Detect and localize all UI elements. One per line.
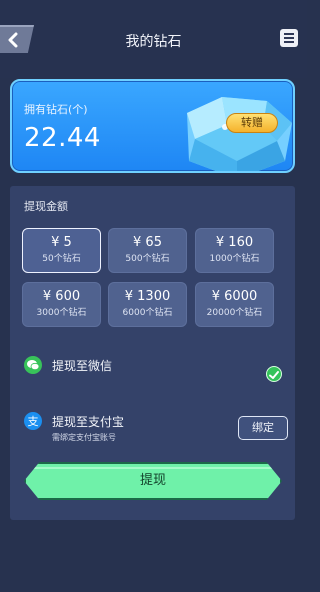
bind-button[interactable]: 绑定: [238, 416, 288, 440]
option-diamonds: 3000个钻石: [36, 308, 87, 318]
option-diamonds: 50个钻石: [42, 254, 81, 264]
amount-option-160[interactable]: ¥ 160 1000个钻石: [195, 228, 274, 273]
option-diamonds: 20000个钻石: [206, 308, 263, 318]
option-price: ¥ 600: [42, 289, 81, 304]
option-price: ¥ 6000: [211, 289, 258, 304]
withdraw-panel: 提现金额 ¥ 5 50个钻石 ¥ 65 500个钻石 ¥ 160 1000个钻石…: [10, 186, 295, 520]
alipay-hint: 需绑定支付宝账号: [52, 433, 116, 442]
option-price: ¥ 160: [215, 235, 254, 250]
option-diamonds: 1000个钻石: [209, 254, 260, 264]
wechat-icon: [24, 356, 42, 374]
alipay-label: 提现至支付宝: [52, 415, 125, 429]
alipay-icon: 支: [24, 412, 42, 430]
wechat-option[interactable]: 提现至微信: [22, 354, 284, 394]
balance-value: 22.44: [24, 123, 101, 153]
option-price: ¥ 1300: [124, 289, 171, 304]
amount-option-5[interactable]: ¥ 5 50个钻石: [22, 228, 101, 273]
amount-option-1300[interactable]: ¥ 1300 6000个钻石: [108, 282, 187, 327]
option-diamonds: 6000个钻石: [122, 308, 173, 318]
withdraw-amount-title: 提现金额: [24, 200, 68, 213]
withdraw-button[interactable]: 提现: [24, 462, 282, 500]
amount-option-65[interactable]: ¥ 65 500个钻石: [108, 228, 187, 273]
option-price: ¥ 65: [133, 235, 162, 250]
amount-option-6000[interactable]: ¥ 6000 20000个钻石: [195, 282, 274, 327]
top-bar: 我的钻石: [0, 0, 307, 78]
option-price: ¥ 5: [51, 235, 72, 250]
svg-text:支: 支: [28, 415, 39, 428]
check-icon: [266, 366, 282, 382]
page-title: 我的钻石: [125, 34, 182, 50]
wechat-label: 提现至微信: [52, 359, 113, 373]
amount-option-600[interactable]: ¥ 600 3000个钻石: [22, 282, 101, 327]
balance-label: 拥有钻石(个): [24, 103, 88, 116]
menu-button[interactable]: [280, 29, 298, 47]
transfer-button[interactable]: 转赠: [226, 113, 278, 133]
option-diamonds: 500个钻石: [125, 254, 170, 264]
balance-card: 拥有钻石(个) 22.44 转赠: [10, 79, 295, 173]
